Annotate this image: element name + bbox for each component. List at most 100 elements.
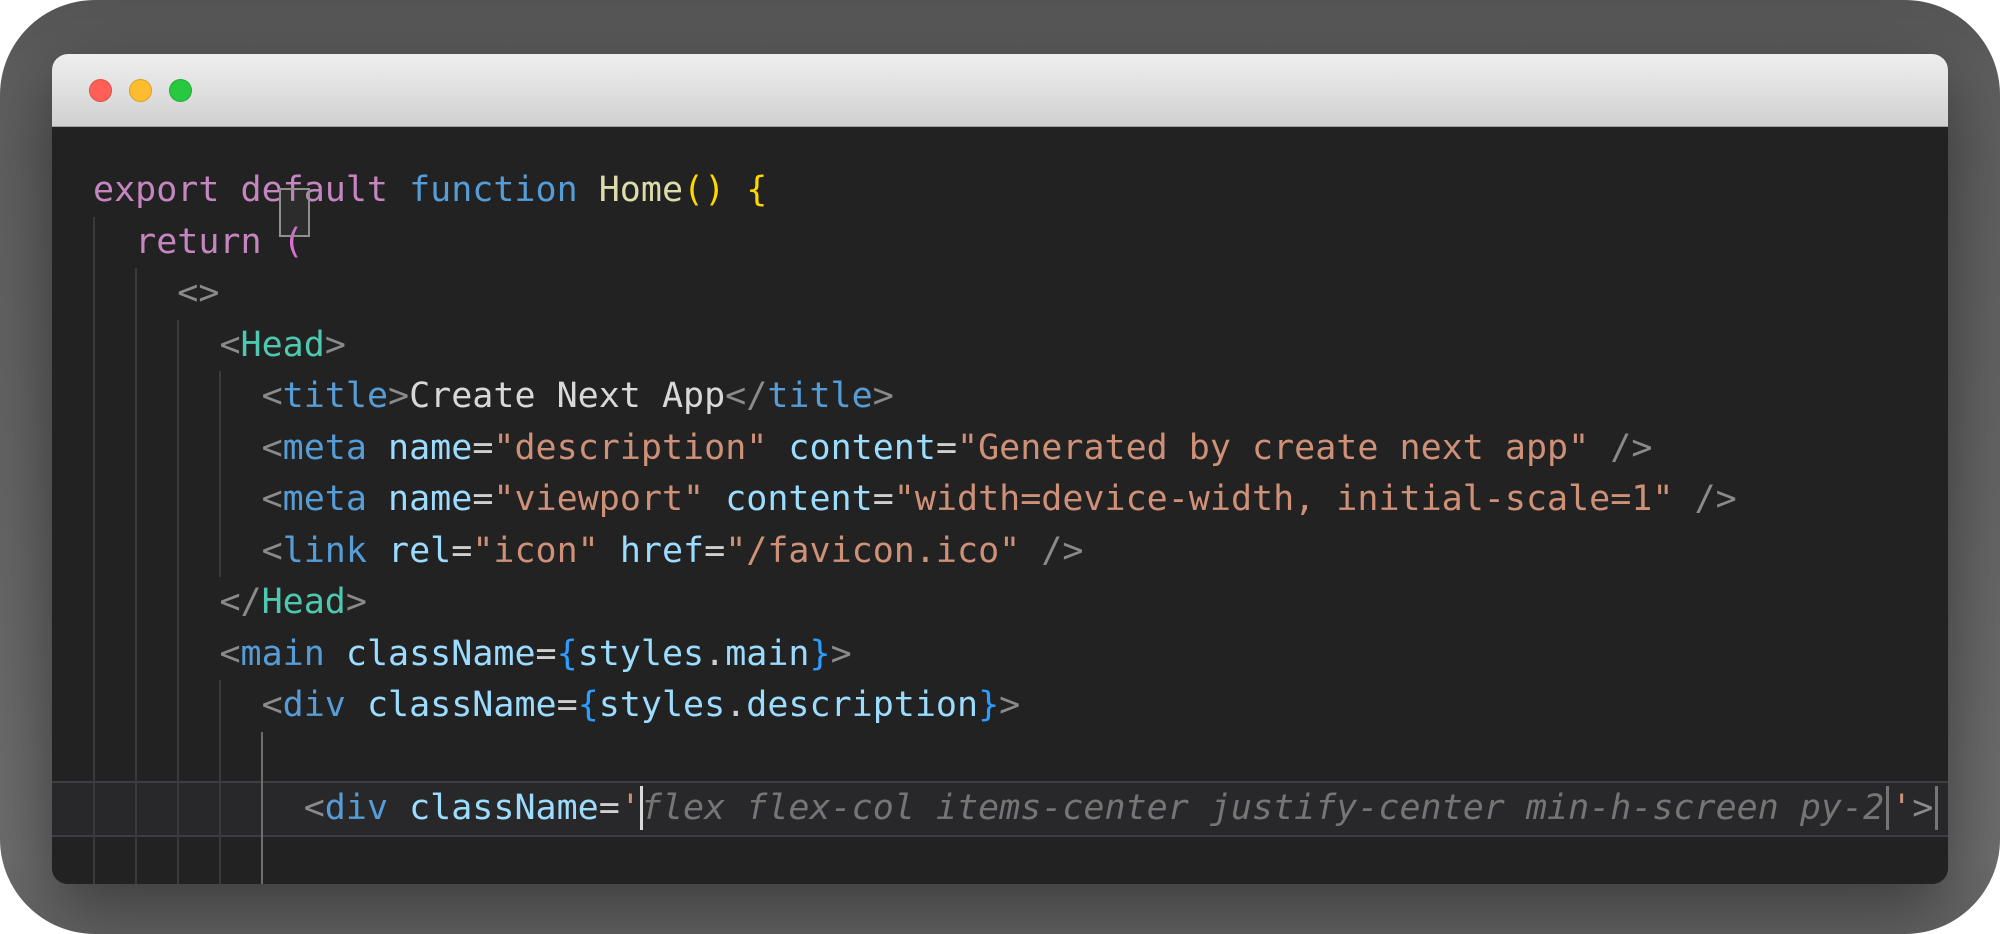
code-token: <> (177, 273, 219, 313)
code-token: < (262, 428, 283, 468)
code-lines: export default function Home() { return … (52, 127, 1948, 884)
code-token: function (409, 170, 599, 210)
code-token: > (999, 685, 1020, 725)
code-token: </ (725, 376, 767, 416)
code-token: { (578, 685, 599, 725)
code-token: className (346, 634, 536, 674)
code-token: ' (620, 788, 641, 828)
code-token (93, 531, 262, 571)
editor-window: export default function Home() { return … (52, 54, 1948, 884)
code-token: "viewport" (493, 479, 704, 519)
code-token (325, 634, 346, 674)
code-token: > (1912, 788, 1933, 828)
code-token: > (831, 634, 852, 674)
code-token: = (472, 428, 493, 468)
code-line[interactable]: <meta name="description" content="Genera… (93, 423, 1948, 475)
code-token: </ (219, 582, 261, 622)
code-token: "Generated by create next app" (957, 428, 1589, 468)
code-line[interactable]: <main className={styles.main}> (93, 629, 1948, 681)
code-token (725, 170, 746, 210)
code-token: name (388, 479, 472, 519)
inline-suggestion-text: flex flex-col items-center justify-cente… (641, 788, 1884, 828)
code-token: return (93, 222, 283, 262)
code-token (93, 479, 262, 519)
code-token: < (219, 634, 240, 674)
code-token: = (536, 634, 557, 674)
code-token: title (283, 376, 388, 416)
code-token: content (788, 428, 936, 468)
zoom-button[interactable] (169, 79, 192, 102)
code-token: > (388, 376, 409, 416)
code-token: className (367, 685, 557, 725)
code-token: } (978, 685, 999, 725)
code-token: () (683, 170, 725, 210)
code-token: = (599, 788, 620, 828)
code-token: < (262, 479, 283, 519)
code-token: ( (283, 222, 304, 262)
code-line[interactable]: export default function Home() { (93, 165, 1948, 217)
code-token (388, 788, 409, 828)
code-token: div (325, 788, 388, 828)
code-token: /> (1673, 479, 1736, 519)
code-token: Head (241, 325, 325, 365)
code-token (93, 325, 219, 365)
code-token: /> (1020, 531, 1083, 571)
code-line[interactable]: <Head> (93, 320, 1948, 372)
code-token: Home (599, 170, 683, 210)
code-line[interactable]: <> (93, 268, 1948, 320)
code-token: /> (1589, 428, 1652, 468)
code-token: < (304, 788, 325, 828)
code-token: className (409, 788, 599, 828)
code-line[interactable]: <title>Create Next App</title> (93, 371, 1948, 423)
code-editor[interactable]: export default function Home() { return … (52, 127, 1948, 884)
code-token: = (873, 479, 894, 519)
code-token: div (283, 685, 346, 725)
code-token: = (472, 479, 493, 519)
code-token: main (241, 634, 325, 674)
code-token: = (557, 685, 578, 725)
code-token: < (219, 325, 240, 365)
code-token (767, 428, 788, 468)
code-line[interactable]: <link rel="icon" href="/favicon.ico" /> (93, 526, 1948, 578)
code-token: = (936, 428, 957, 468)
code-token: > (873, 376, 894, 416)
code-token (367, 479, 388, 519)
code-token (367, 531, 388, 571)
code-token: meta (283, 428, 367, 468)
code-token: { (746, 170, 767, 210)
code-line[interactable] (93, 732, 1948, 784)
code-token (93, 634, 219, 674)
code-token (93, 788, 304, 828)
close-button[interactable] (89, 79, 112, 102)
code-token (93, 273, 177, 313)
code-token: content (725, 479, 873, 519)
code-token (93, 376, 262, 416)
code-token: > (325, 325, 346, 365)
code-token: meta (283, 479, 367, 519)
code-token: < (262, 376, 283, 416)
code-line[interactable]: return ( (93, 217, 1948, 269)
code-token: < (262, 685, 283, 725)
code-token: Head (262, 582, 346, 622)
code-token (599, 531, 620, 571)
title-bar[interactable] (52, 54, 1948, 127)
code-token (346, 685, 367, 725)
code-token: "width=device-width, initial-scale=1" (894, 479, 1674, 519)
code-token: Create Next App (409, 376, 725, 416)
minimize-button[interactable] (129, 79, 152, 102)
code-token (93, 685, 262, 725)
code-line[interactable]: <meta name="viewport" content="width=dev… (93, 474, 1948, 526)
code-token: "/favicon.ico" (725, 531, 1020, 571)
code-line-current[interactable]: <div className='flex flex-col items-cent… (93, 783, 1948, 835)
code-token: export default (93, 170, 409, 210)
code-token (367, 428, 388, 468)
code-token: rel (388, 531, 451, 571)
code-line[interactable]: <div className={styles.description}> (93, 680, 1948, 732)
code-token: styles (578, 634, 704, 674)
code-token: description (746, 685, 978, 725)
code-line[interactable]: </Head> (93, 577, 1948, 629)
code-token: < (262, 531, 283, 571)
code-token: ' (1891, 788, 1912, 828)
traffic-lights (89, 54, 192, 127)
code-token: > (346, 582, 367, 622)
